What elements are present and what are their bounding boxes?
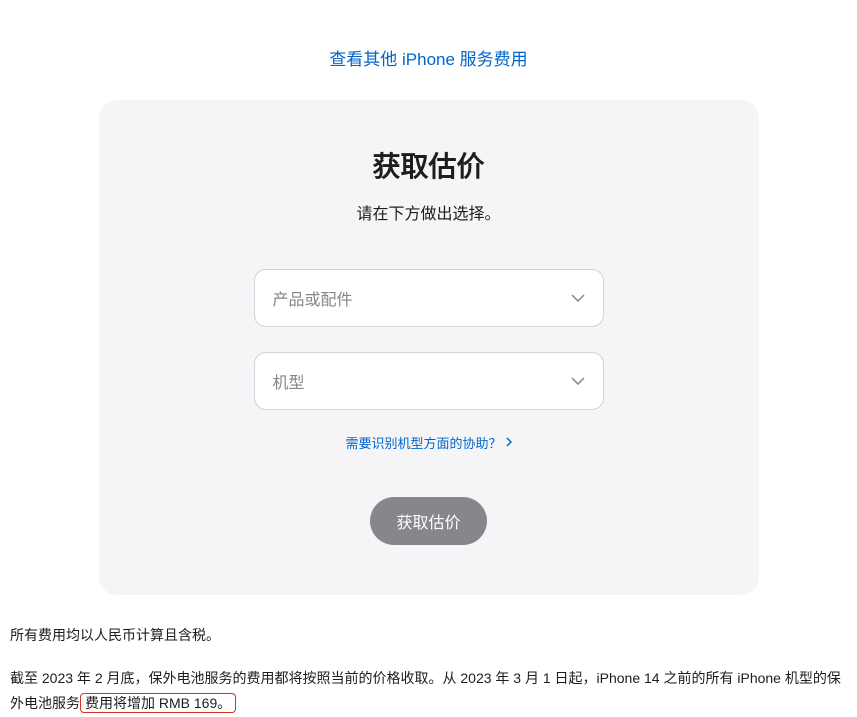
product-select-wrapper: 产品或配件	[254, 269, 604, 327]
top-link-row: 查看其他 iPhone 服务费用	[10, 0, 847, 100]
chevron-right-icon	[506, 435, 512, 450]
footer-price-notice: 截至 2023 年 2 月底，保外电池服务的费用都将按照当前的价格收取。从 20…	[10, 666, 847, 716]
model-select[interactable]: 机型	[254, 352, 604, 410]
estimate-card: 获取估价 请在下方做出选择。 产品或配件 机型 需要识别机型方面的协助？	[99, 100, 759, 595]
card-title: 获取估价	[139, 145, 719, 185]
footer-price-highlight: 费用将增加 RMB 169。	[80, 693, 236, 713]
footer-currency-note: 所有费用均以人民币计算且含税。	[10, 623, 847, 648]
help-link-text: 需要识别机型方面的协助？	[345, 433, 501, 452]
product-select-placeholder: 产品或配件	[273, 286, 353, 310]
model-select-wrapper: 机型	[254, 352, 604, 410]
identify-model-help-link[interactable]: 需要识别机型方面的协助？	[345, 433, 511, 452]
card-subtitle: 请在下方做出选择。	[139, 200, 719, 224]
product-select[interactable]: 产品或配件	[254, 269, 604, 327]
chevron-down-icon	[571, 294, 585, 302]
model-select-placeholder: 机型	[273, 369, 305, 393]
other-services-link[interactable]: 查看其他 iPhone 服务费用	[329, 50, 527, 69]
get-estimate-button[interactable]: 获取估价	[370, 497, 486, 545]
footer: 所有费用均以人民币计算且含税。 截至 2023 年 2 月底，保外电池服务的费用…	[10, 595, 847, 717]
chevron-down-icon	[571, 377, 585, 385]
